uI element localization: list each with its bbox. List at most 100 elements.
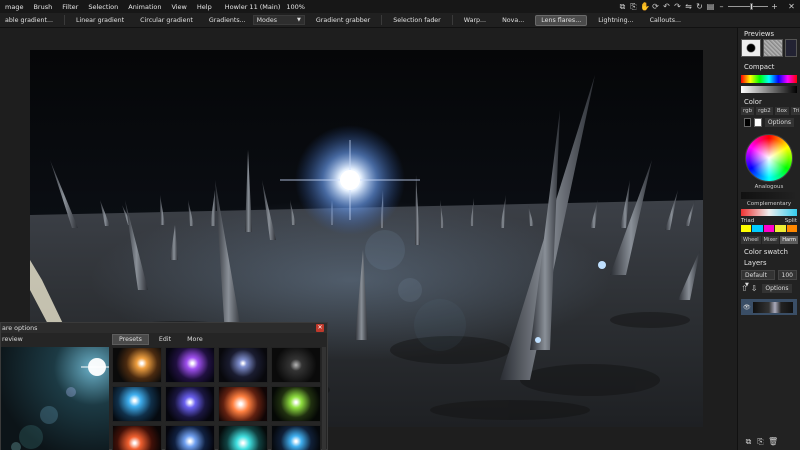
preview-thumb-image[interactable] [785, 39, 797, 57]
triad-split-swatches[interactable] [738, 224, 800, 233]
circular-gradient-button[interactable]: Circular gradient [135, 16, 198, 25]
zoom-out-icon[interactable]: – [717, 2, 726, 11]
callouts-button[interactable]: Callouts... [645, 16, 686, 25]
layer-thumbnail [752, 301, 793, 313]
menu-view[interactable]: View [166, 3, 191, 11]
gray-strip[interactable] [741, 86, 797, 93]
menu-brush[interactable]: Brush [28, 3, 57, 11]
preset-thumb[interactable] [218, 347, 268, 383]
menu-help[interactable]: Help [192, 3, 217, 11]
delete-layer-icon[interactable]: 🗑 [768, 437, 778, 446]
modes-select[interactable]: Modes ▼ [252, 15, 305, 25]
rotate-icon[interactable]: ↻ [695, 2, 704, 11]
preset-thumb[interactable] [218, 425, 268, 450]
copy-icon[interactable]: ⧉ [618, 2, 627, 11]
tab-wheel[interactable]: Wheel [741, 236, 761, 244]
compact-title: Compact [744, 63, 775, 71]
layer-action-icons: ⧉ ⎘ 🗑 [744, 437, 779, 446]
layers-options-button[interactable]: Options [762, 284, 792, 293]
color-wheel[interactable] [745, 134, 793, 182]
preset-thumb[interactable] [112, 386, 162, 422]
move-layer-up-icon[interactable]: ⇧ [741, 284, 748, 293]
preset-thumb[interactable] [218, 386, 268, 422]
blend-mode-select[interactable]: Default ▼ [741, 270, 775, 288]
secondary-color-swatch[interactable] [754, 118, 762, 127]
layer-controls: Default ▼ 100 [738, 268, 800, 288]
top-icon-strip: ⧉ ⎘ ✋ ⟳ ↶ ↷ ⇋ ↻ ▤ – + ✕ [618, 0, 796, 13]
tab-presets[interactable]: Presets [112, 333, 149, 345]
lightning-button[interactable]: Lightning... [593, 16, 638, 25]
gradient-grabber-button[interactable]: Gradient grabber [311, 16, 375, 25]
tab-rgb2[interactable]: rgb2 [756, 107, 773, 115]
linear-gradient-button[interactable]: Linear gradient [71, 16, 129, 25]
hue-strip[interactable] [741, 75, 797, 83]
eye-icon[interactable]: 👁 [743, 304, 751, 311]
lens-flares-button[interactable]: Lens flares... [535, 14, 588, 26]
preset-grid [112, 347, 324, 450]
menu-selection[interactable]: Selection [83, 3, 123, 11]
dialog-titlebar[interactable]: are options ✕ [1, 323, 327, 333]
split-label: Split [784, 218, 797, 224]
right-panel: Previews Compact Color rgb rgb2 Box Tri … [737, 28, 800, 450]
paste-icon[interactable]: ⎘ [629, 2, 638, 11]
opacity-field[interactable]: 100 [777, 270, 797, 280]
layer-item[interactable]: 👁 [741, 299, 797, 315]
hand-icon[interactable]: ✋ [640, 2, 650, 11]
tab-edit[interactable]: Edit [153, 335, 177, 344]
preset-thumb[interactable] [112, 425, 162, 450]
preview-thumb-brush[interactable] [741, 39, 761, 57]
preset-thumb[interactable] [271, 347, 321, 383]
warp-button[interactable]: Warp... [459, 16, 491, 25]
menu-image[interactable]: mage [0, 3, 28, 11]
layers-stack-icon[interactable]: ▤ [706, 2, 715, 11]
primary-color-swatch[interactable] [744, 118, 752, 127]
preset-thumb[interactable] [112, 347, 162, 383]
preset-thumb[interactable] [271, 386, 321, 422]
tab-rgb[interactable]: rgb [741, 107, 755, 115]
dialog-tab-row: review Presets Edit More [1, 333, 327, 345]
tab-box[interactable]: Box [774, 107, 790, 115]
menu-filter[interactable]: Filter [57, 3, 83, 11]
tab-tri[interactable]: Tri [791, 107, 800, 115]
undo-icon[interactable]: ↶ [662, 2, 671, 11]
window-title: Howler 11 (Main) [224, 2, 281, 11]
color-swatch-title[interactable]: Color swatch [738, 246, 800, 257]
preset-thumb[interactable] [271, 425, 321, 450]
duplicate-layer-icon[interactable]: ⎘ [756, 437, 765, 446]
zoom-slider[interactable] [728, 2, 768, 11]
move-layer-down-icon[interactable]: ⇩ [751, 284, 758, 293]
nova-button[interactable]: Nova... [497, 16, 529, 25]
flip-icon[interactable]: ⇋ [684, 2, 693, 11]
dialog-close-icon[interactable]: ✕ [316, 324, 324, 332]
refresh-icon[interactable]: ⟳ [651, 2, 660, 11]
gradients-button[interactable]: Gradients... [204, 16, 251, 25]
tab-harmony[interactable]: Harm [780, 236, 798, 244]
color-swatch-row: Options [738, 115, 800, 130]
preset-scrollbar[interactable] [322, 347, 326, 450]
preset-thumb[interactable] [165, 425, 215, 450]
modes-select-label: Modes [256, 16, 278, 24]
tool-options-bar: able gradient... Linear gradient Circula… [0, 13, 800, 28]
analogous-bar[interactable] [741, 192, 797, 199]
new-layer-icon[interactable]: ⧉ [744, 437, 753, 446]
color-options-button[interactable]: Options [764, 118, 794, 127]
preview-thumbnails [738, 39, 800, 57]
previews-title: Previews [744, 30, 774, 38]
toolbar-divider [381, 15, 383, 25]
preset-thumb[interactable] [165, 347, 215, 383]
dialog-title: are options [2, 324, 38, 332]
preview-thumb-texture[interactable] [763, 39, 783, 57]
blend-mode-value: Default [745, 272, 767, 279]
reusable-gradient-button[interactable]: able gradient... [0, 16, 58, 25]
tab-more[interactable]: More [181, 335, 209, 344]
zoom-in-icon[interactable]: + [770, 2, 779, 11]
selection-fader-button[interactable]: Selection fader [388, 16, 446, 25]
flare-preview-image [1, 347, 109, 450]
menu-animation[interactable]: Animation [123, 3, 166, 11]
close-icon[interactable]: ✕ [787, 2, 796, 11]
complementary-bar[interactable] [741, 209, 797, 216]
zoom-slider-thumb[interactable] [750, 3, 753, 10]
preset-thumb[interactable] [165, 386, 215, 422]
redo-icon[interactable]: ↷ [673, 2, 682, 11]
tab-mixer[interactable]: Mixer [761, 236, 780, 244]
